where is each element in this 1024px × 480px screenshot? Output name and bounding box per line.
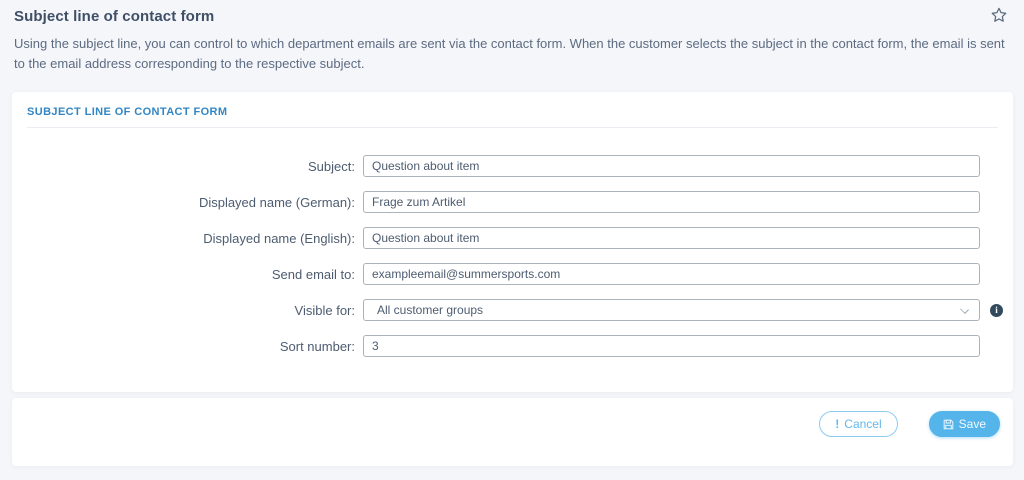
page-header: Subject line of contact form Using the s… [14,8,1010,74]
text-input[interactable] [363,263,980,285]
save-button[interactable]: Save [928,411,1000,437]
footer-buttons: ! Cancel Save [819,411,1000,437]
text-input[interactable] [363,335,980,357]
select-value: All customer groups [377,303,484,317]
save-button-label: Save [958,417,986,431]
field-label: Sort number: [279,338,355,354]
field-label: Displayed name (English): [203,230,355,246]
form-row: Subject: [12,155,1013,177]
text-input[interactable] [363,191,980,213]
cancel-icon: ! [835,417,840,431]
form-row: Send email to: [12,263,1013,285]
page-title: Subject line of contact form [14,8,215,25]
section-title: SUBJECT LINE OF CONTACT FORM [27,106,228,118]
form-rows: Subject: Displayed name (German): Displa… [12,128,1013,357]
field-label: Displayed name (German): [198,194,355,210]
form-row: Displayed name (German): [12,191,1013,213]
field-label: Visible for: [294,302,355,318]
form-row: Visible for: All customer groups i [12,299,1013,321]
text-input[interactable] [363,155,980,177]
info-icon[interactable]: i [990,303,1003,317]
chevron-down-icon [960,305,969,314]
footer-toolbar: ! Cancel Save [12,398,1013,466]
save-icon [943,419,954,430]
field-label: Subject: [308,158,355,174]
field-label: Send email to: [271,266,355,282]
page-description: Using the subject line, you can control … [14,36,1005,71]
form-row: Sort number: [12,335,1013,357]
contact-form-card: SUBJECT LINE OF CONTACT FORM Subject: Di… [12,92,1013,392]
cancel-button-label: Cancel [844,417,882,431]
cancel-button[interactable]: ! Cancel [819,411,898,437]
select-dropdown[interactable]: All customer groups [363,299,980,321]
favorite-star-icon[interactable] [990,6,1008,24]
form-row: Displayed name (English): [12,227,1013,249]
text-input[interactable] [363,227,980,249]
